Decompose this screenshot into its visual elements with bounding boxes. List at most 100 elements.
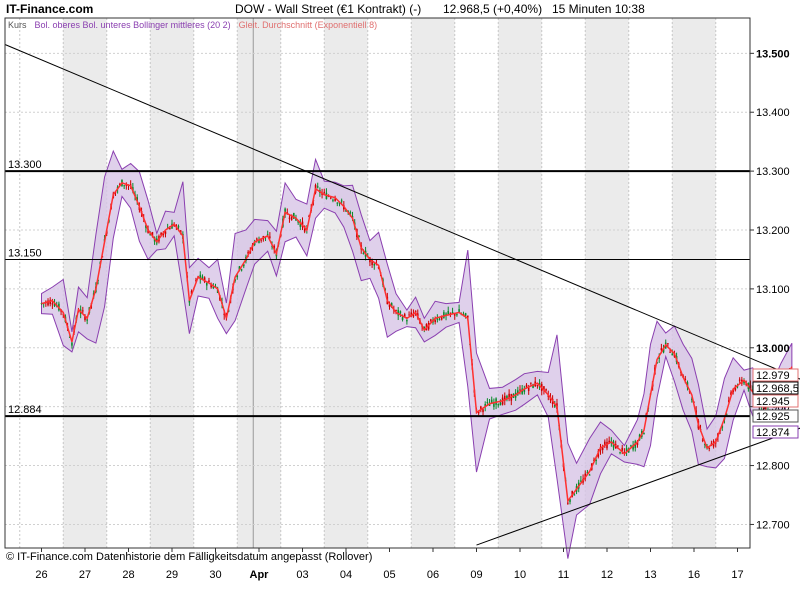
candle [519, 389, 521, 391]
candle [256, 238, 258, 240]
y-tick-label: 13.400 [756, 107, 790, 119]
x-tick-label: 16 [688, 569, 700, 581]
day-band [672, 18, 716, 548]
candle [464, 313, 467, 316]
candle [71, 342, 73, 346]
candle [604, 441, 606, 445]
candle [482, 409, 484, 413]
candle [438, 319, 441, 321]
candle [51, 303, 54, 305]
candle [617, 445, 619, 447]
candle [123, 185, 125, 187]
candle [316, 186, 319, 188]
x-tick-label: 13 [644, 569, 656, 581]
x-tick-label: 26 [35, 569, 47, 581]
candle [456, 314, 458, 316]
y-tick-label: 13.300 [756, 166, 790, 178]
x-tick-label: 28 [122, 569, 134, 581]
support-label: 13.300 [8, 159, 42, 171]
candle [336, 202, 339, 204]
x-tick-label: 09 [470, 569, 482, 581]
x-tick-label: 05 [383, 569, 395, 581]
candle [329, 197, 332, 199]
candle [669, 351, 671, 353]
candle [373, 263, 376, 266]
candle [208, 280, 210, 283]
x-tick-label: 12 [601, 569, 613, 581]
candle [177, 226, 180, 228]
x-tick-label: 29 [166, 569, 178, 581]
candle [497, 404, 500, 406]
candle [621, 447, 624, 451]
support-label: 13.150 [8, 247, 42, 259]
day-band [411, 18, 455, 548]
day-band [19, 18, 64, 548]
price-tag-label: 12.968,5 [756, 383, 799, 395]
legend-entry: Kurs [8, 20, 27, 30]
candle [567, 502, 569, 504]
candle [536, 384, 539, 386]
candle [527, 387, 530, 392]
x-tick-label: 06 [427, 569, 439, 581]
y-tick-label: 13.500 [756, 48, 790, 60]
day-band [280, 18, 325, 548]
candle [451, 312, 454, 314]
candle [340, 200, 343, 202]
candle [667, 343, 669, 345]
price-chart[interactable]: 13.30013.15012.88412.70012.80012.90013.0… [0, 0, 800, 600]
candle [573, 494, 576, 496]
y-tick-label: 13.100 [756, 284, 790, 296]
candle [86, 319, 88, 321]
y-tick-label: 12.800 [756, 461, 790, 473]
candle [630, 445, 632, 447]
candle [443, 312, 445, 318]
footer-copyright: © IT-Finance.com Datenhistorie dem Fälli… [6, 551, 372, 563]
x-tick-label: 17 [731, 569, 743, 581]
candle [408, 314, 410, 316]
price-tag-label: 12.925 [756, 411, 790, 423]
candle [288, 217, 291, 219]
price-tag-label: 12.945 [756, 396, 790, 408]
x-tick-label: 11 [558, 569, 569, 581]
candle [401, 317, 404, 320]
candle [399, 311, 402, 314]
y-tick-label: 12.700 [756, 519, 790, 531]
x-tick-label: 04 [340, 569, 352, 581]
candle [671, 353, 674, 356]
day-band [715, 18, 750, 548]
candle [545, 389, 547, 391]
y-tick-label: 13.000 [756, 343, 790, 355]
x-tick-label: 30 [209, 569, 221, 581]
candle [619, 452, 621, 454]
candle [499, 402, 502, 406]
candle [406, 320, 408, 322]
candle [708, 447, 711, 449]
day-band [106, 18, 151, 548]
support-label: 12.884 [8, 404, 42, 416]
candle [486, 401, 489, 403]
candle [430, 319, 432, 321]
y-tick-label: 13.200 [756, 225, 790, 237]
day-band [498, 18, 542, 548]
x-tick-label: Apr [250, 569, 270, 581]
price-tag-label: 12.979 [756, 370, 790, 382]
day-band [628, 18, 673, 548]
candle [643, 432, 645, 435]
candle [530, 382, 532, 384]
candle [738, 379, 741, 381]
candle [206, 283, 208, 286]
legend-entry: Bol. oberes Bol. unteres Bollinger mittl… [35, 20, 231, 30]
candle [588, 474, 591, 476]
price-tag-label: 12.874 [756, 427, 790, 439]
candle [240, 269, 243, 271]
candle [332, 199, 334, 201]
candle [323, 191, 326, 193]
x-tick-label: 10 [514, 569, 526, 581]
x-tick-label: 27 [79, 569, 91, 581]
candle [82, 310, 84, 312]
candle [362, 252, 365, 254]
day-band [324, 18, 368, 548]
x-tick-label: 03 [296, 569, 308, 581]
candle [434, 320, 436, 323]
candle [701, 439, 704, 441]
